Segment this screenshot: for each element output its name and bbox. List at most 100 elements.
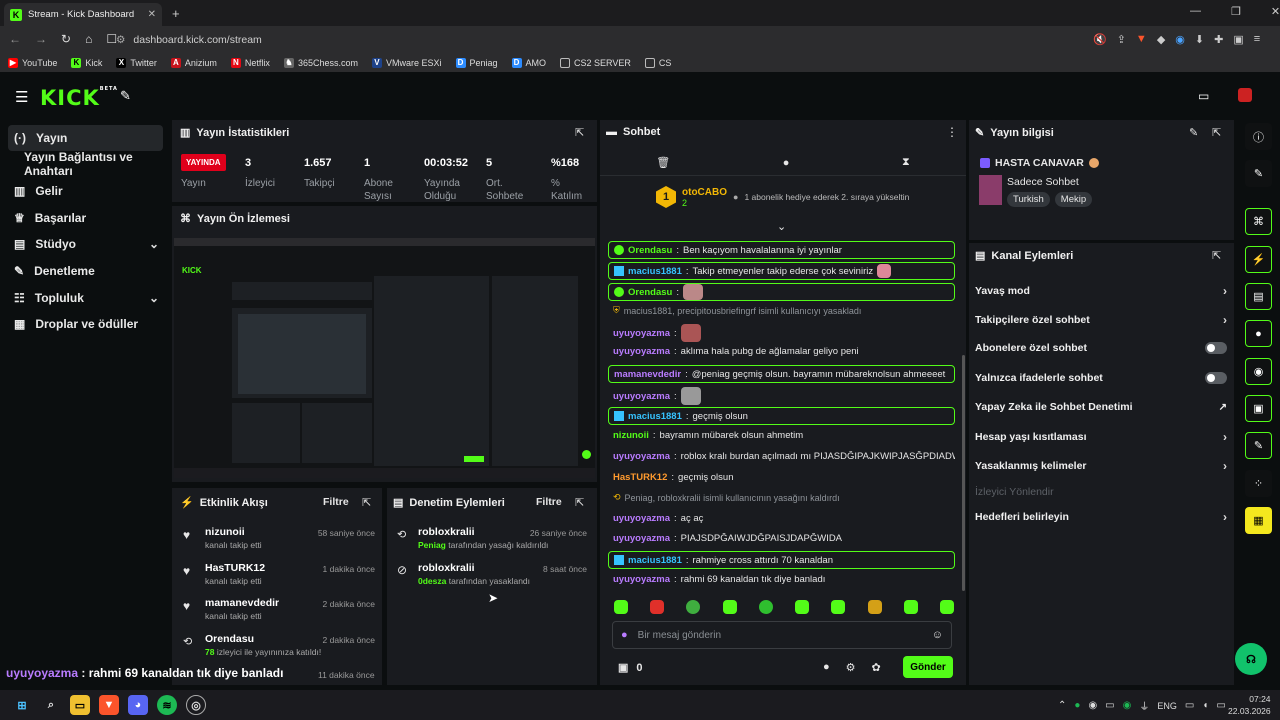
menu-icon[interactable]: ≡ [1254, 33, 1260, 46]
emote-icon[interactable] [722, 600, 737, 614]
hamburger-menu-icon[interactable]: ☰ [15, 88, 28, 106]
tray-icon[interactable]: ▭ [1105, 700, 1114, 711]
bookmark-cs2server[interactable]: CS2 SERVER [560, 58, 631, 68]
user-avatar[interactable] [1238, 88, 1252, 102]
option-account-age[interactable]: Hesap yaşı kısıtlaması › [975, 430, 1227, 444]
expand-icon[interactable]: ⇱ [575, 496, 584, 509]
chat-bubble-icon[interactable]: ● [823, 661, 830, 674]
battery-icon[interactable]: ▭ [1216, 700, 1225, 711]
search-icon[interactable]: ⌕ [41, 695, 61, 715]
chat-message[interactable]: uyuyoyazma: [608, 387, 955, 405]
stream-preview-video[interactable]: KICK [174, 238, 595, 478]
minimize-icon[interactable]: — [1190, 5, 1201, 18]
emoji-icon[interactable]: ☺ [932, 629, 943, 641]
download-icon[interactable]: ⬇ [1195, 33, 1204, 46]
emote-icon[interactable] [650, 600, 665, 614]
mic-icon[interactable]: ● [621, 629, 628, 641]
emote-icon[interactable] [795, 600, 810, 614]
bookmark-vmware[interactable]: V VMware ESXi [371, 58, 442, 68]
emotes-only-toggle[interactable] [1205, 372, 1227, 384]
network-icon[interactable]: ▭ [1185, 700, 1194, 711]
site-info-icon[interactable]: ⚙ [116, 34, 125, 46]
sidebar-item-stream-key[interactable]: Yayın Bağlantısı ve Anahtarı [6, 150, 171, 178]
bookmark-anizium[interactable]: A Anizium [170, 58, 217, 68]
sidebar-icon[interactable]: ▣ [1233, 33, 1243, 46]
forward-icon[interactable]: → [35, 32, 47, 46]
chat-scrollbar[interactable] [962, 355, 965, 591]
yellow-widget-icon[interactable]: ▦ [1245, 507, 1272, 534]
close-tab-icon[interactable]: ✕ [148, 9, 156, 20]
send-button[interactable]: Gönder [903, 656, 953, 678]
volume-icon[interactable]: ◖ [1202, 700, 1208, 711]
panel-icon[interactable]: ▣ [1245, 395, 1272, 422]
audio-icon[interactable]: ◉ [1175, 33, 1185, 46]
bookmark-twitter[interactable]: X Twitter [116, 58, 157, 68]
clock[interactable]: 07:24 22.03.2026 [1228, 693, 1271, 717]
chat-input[interactable]: ● Bir mesaj gönderin ☺ [612, 621, 952, 649]
chat-message[interactable]: nizunoii: bayramın mübarek olsun ahmetim [608, 430, 955, 441]
tag[interactable]: Turkish [1007, 192, 1050, 207]
category-name[interactable]: Sadece Sohbet [1007, 176, 1079, 188]
chat-message[interactable]: Orendasu: Ben kaçıyom havalalanına iyi y… [608, 241, 955, 259]
chat-message[interactable]: macius1881: geçmiş olsun [608, 407, 955, 425]
back-icon[interactable]: ← [9, 32, 21, 46]
option-emotes-only[interactable]: Yalnızca ifadelerle sohbet [975, 372, 1227, 384]
trash-icon[interactable]: 🗑 [656, 156, 670, 169]
windows-start-icon[interactable]: ⊞ [12, 695, 32, 715]
close-window-icon[interactable]: ✕ [1271, 5, 1280, 18]
sidebar-item-studio[interactable]: ▤ Stüdyo ⌄ [8, 231, 163, 257]
discord-icon[interactable]: ◕ [128, 695, 148, 715]
browser-tab[interactable]: K Stream - Kick Dashboard ✕ [4, 3, 162, 26]
info-icon[interactable]: ⓘ [1245, 123, 1272, 150]
url-field[interactable]: ⚙ dashboard.kick.com/stream [106, 30, 1136, 50]
broadcast-icon[interactable]: ◉ [1245, 358, 1272, 385]
option-ai-moderation[interactable]: Yapay Zeka ile Sohbet Denetimi ↗ [975, 401, 1227, 413]
activity-filter-button[interactable]: Filtre [323, 496, 349, 508]
sidebar-item-community[interactable]: ☷ Topluluk ⌄ [8, 285, 163, 311]
reload-icon[interactable]: ↻ [61, 32, 71, 46]
option-goals[interactable]: Hedefleri belirleyin › [975, 510, 1227, 524]
chat-message[interactable]: uyuyoyazma: rahmi 69 kanaldan tık diye b… [608, 574, 955, 585]
mic-icon[interactable]: ⏚ [1139, 698, 1149, 713]
modlog-filter-button[interactable]: Filtre [536, 496, 562, 508]
emote-icon[interactable] [903, 600, 918, 614]
bookmark-youtube[interactable]: ▶ YouTube [8, 58, 57, 68]
bookmark-365chess[interactable]: ♞ 365Chess.com [283, 58, 358, 68]
emote-icon[interactable] [831, 600, 846, 614]
emote-icon[interactable] [939, 600, 954, 614]
home-icon[interactable]: ⌂ [85, 32, 92, 46]
chat-message[interactable]: uyuyoyazma: aç aç [608, 513, 955, 524]
new-tab-button[interactable]: + [172, 6, 180, 21]
dots-icon[interactable]: ⁘ [1245, 470, 1272, 497]
brave-shield-icon[interactable]: ▼ [1136, 33, 1147, 46]
settings-plus-icon[interactable]: ✿ [872, 661, 881, 674]
edit-icon[interactable]: ✎ [1189, 126, 1198, 139]
emote-icon[interactable] [758, 600, 773, 614]
language-indicator[interactable]: ENG [1157, 701, 1177, 711]
bookmark-peniag[interactable]: D Peniag [455, 58, 498, 68]
pin-icon[interactable]: ✎ [120, 88, 131, 104]
expand-icon[interactable]: ⇱ [1212, 126, 1221, 139]
spotify-tray-icon[interactable]: ◉ [1123, 700, 1132, 711]
option-banned-words[interactable]: Yasaklanmış kelimeler › [975, 459, 1227, 473]
chat-message[interactable]: uyuyoyazma: [608, 324, 955, 342]
chevron-up-icon[interactable]: ⌃ [1058, 700, 1066, 711]
chat-message[interactable]: macius1881: rahmiye cross attırdı 70 kan… [608, 551, 955, 569]
wallet-icon[interactable]: ▭ [1198, 89, 1209, 103]
maximize-icon[interactable]: ❐ [1231, 5, 1241, 18]
mute-icon[interactable]: 🔇 [1093, 33, 1107, 46]
sidebar-item-revenue[interactable]: ▥ Gelir [8, 178, 163, 204]
chat-message[interactable]: uyuyoyazma: PIAJSDPĞAIWJDĞPAISJDAPĞWIDA [608, 533, 955, 544]
app-icon[interactable]: ◎ [186, 695, 206, 715]
bookmark-kick[interactable]: K Kick [71, 58, 102, 68]
option-slow-mode[interactable]: Yavaş mod › [975, 284, 1227, 298]
sidebar-item-stream[interactable]: (·) Yayın [8, 125, 163, 151]
bookmark-netflix[interactable]: N Netflix [230, 58, 270, 68]
bookmark-cs[interactable]: CS [644, 58, 671, 68]
expand-icon[interactable]: ⇱ [1212, 249, 1221, 262]
sidebar-item-drops[interactable]: ▦ Droplar ve ödüller [8, 311, 163, 337]
pencil-icon[interactable]: ✎ [1245, 160, 1272, 187]
chat-bubble-icon[interactable]: ● [1245, 320, 1272, 347]
chat-message[interactable]: uyuyoyazma: roblox kralı burdan açılmadı… [608, 451, 955, 462]
chat-message[interactable]: HasTURK12: geçmiş olsun [608, 472, 955, 483]
